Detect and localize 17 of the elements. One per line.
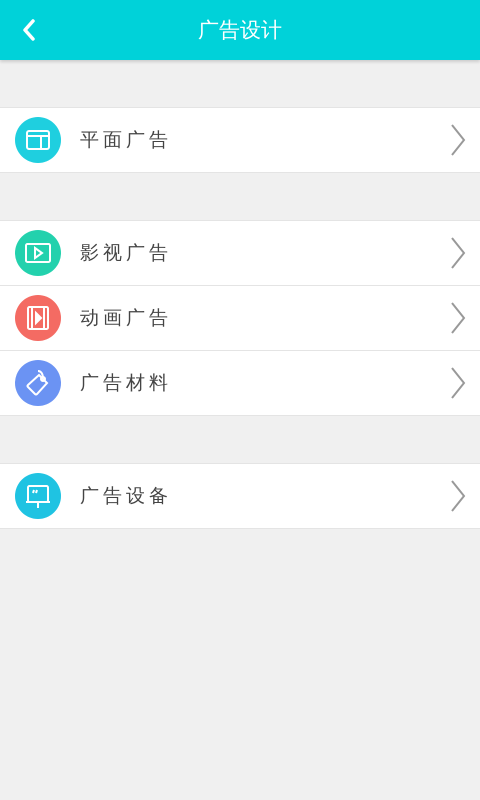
chevron-right-icon <box>450 236 466 270</box>
menu-item[interactable]: 动画广告 <box>0 285 480 350</box>
menu-item-label: 广告材料 <box>80 371 173 396</box>
menu-item[interactable]: 影视广告 <box>0 221 480 285</box>
page-title: 广告设计 <box>198 17 282 44</box>
back-icon[interactable] <box>22 19 36 41</box>
chevron-right-icon <box>450 301 466 335</box>
menu-item[interactable]: 平面广告 <box>0 108 480 172</box>
menu-item[interactable]: 广告设备 <box>0 464 480 528</box>
menu-item-label: 动画广告 <box>80 306 173 331</box>
chevron-right-icon <box>450 479 466 513</box>
menu-item[interactable]: 广告材料 <box>0 350 480 415</box>
menu-item-label: 广告设备 <box>80 484 173 509</box>
menu-item-label: 影视广告 <box>80 241 173 266</box>
chevron-right-icon <box>450 366 466 400</box>
chevron-right-icon <box>450 123 466 157</box>
menu-item-label: 平面广告 <box>80 128 173 153</box>
